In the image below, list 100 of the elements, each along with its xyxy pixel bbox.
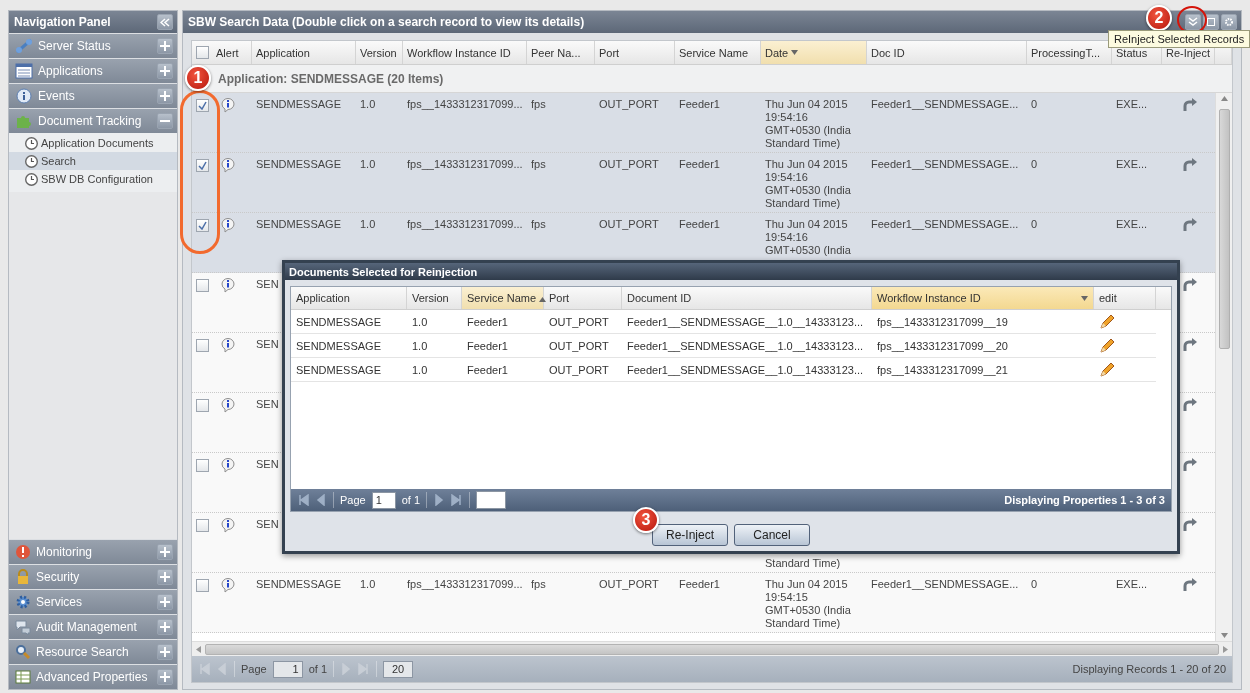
settings-button[interactable]	[1221, 14, 1237, 30]
expand-button[interactable]	[157, 594, 173, 610]
tree-item[interactable]: Application Documents	[9, 134, 177, 152]
table-cell-text: Feeder1__SENDMESSAGE__1.0__14333123...	[626, 362, 865, 378]
table-row[interactable]: SENDMESSAGE 1.0 Feeder1 OUT_PORT Feeder1__SENDMESSAGE__1.0__14333123... fps__1433312317099__19	[291, 310, 1156, 334]
row-checkbox[interactable]	[195, 279, 209, 292]
checkmark-icon	[197, 221, 207, 230]
pencil-icon[interactable]	[1099, 361, 1115, 378]
first-page-icon[interactable]	[297, 494, 309, 506]
pencil-icon[interactable]	[1099, 337, 1115, 354]
chat-icon	[15, 619, 31, 635]
table-cell-text: Feeder1	[466, 338, 509, 354]
redo-arrow-icon[interactable]	[1182, 277, 1198, 292]
column-header[interactable]: Application	[291, 287, 407, 309]
expand-button[interactable]	[157, 669, 173, 685]
lock-icon	[15, 569, 31, 585]
redo-arrow-icon[interactable]	[1182, 337, 1198, 352]
scroll-left-icon[interactable]	[196, 645, 201, 653]
tree-item[interactable]: SBW DB Configuration	[9, 170, 177, 188]
page-field[interactable]: 1	[272, 660, 303, 678]
plus-icon	[160, 672, 170, 682]
square-icon	[1207, 18, 1215, 26]
column-header[interactable]: Version	[356, 41, 403, 64]
row-checkbox[interactable]	[195, 459, 209, 472]
collapse-panel-button[interactable]	[157, 14, 173, 30]
restore-button[interactable]	[1203, 14, 1219, 30]
table-cell-text: fps__1433312317099...	[406, 98, 524, 111]
dialog-title: Documents Selected for Reinjection	[285, 263, 1177, 280]
expand-button[interactable]	[157, 644, 173, 660]
table-cell-text: Feeder1__SENDMESSAGE__1.0__14333123...	[626, 314, 865, 330]
column-header[interactable]: Date	[761, 41, 867, 64]
page-count: of 1	[308, 663, 328, 675]
pencil-icon[interactable]	[1099, 313, 1115, 330]
previous-page-icon[interactable]	[315, 494, 327, 506]
expand-button[interactable]	[157, 569, 173, 585]
cancel-button[interactable]: Cancel	[734, 524, 810, 546]
info-icon	[220, 217, 238, 233]
table-row[interactable]: SENDMESSAGE 1.0 fps__1433312317099... fps OUT_PORT Feeder1 Thu Jun 04 2015 19:54:16 GMT+0530 (India Standard Time) Feeder1__SENDMESSAGE... 0 EXE...	[192, 153, 1215, 213]
table-cell-text: 0	[1030, 218, 1039, 231]
redo-arrow-icon[interactable]	[1182, 157, 1198, 172]
table-cell-text: Thu Jun 04 2015 19:54:16 GMT+0530 (India	[764, 218, 852, 257]
search-icon	[15, 644, 31, 660]
expand-button[interactable]	[157, 619, 173, 635]
row-checkbox[interactable]	[195, 399, 209, 412]
plus-icon	[160, 572, 170, 582]
double-chevron-icon	[160, 17, 170, 27]
column-header[interactable]: Workflow Instance ID	[403, 41, 527, 64]
group-title: Application: SENDMESSAGE (20 Items)	[218, 71, 444, 86]
alert-icon	[15, 544, 31, 560]
last-page-icon[interactable]	[451, 494, 464, 506]
table-cell-text: 1.0	[411, 314, 429, 330]
reinject-button[interactable]	[1185, 14, 1201, 30]
row-checkbox[interactable]	[195, 159, 209, 172]
redo-arrow-icon[interactable]	[1182, 457, 1198, 472]
column-header[interactable]: Service Name	[462, 287, 544, 309]
table-row[interactable]: SENDMESSAGE 1.0 fps__1433312317099... fps OUT_PORT Feeder1 Thu Jun 04 2015 19:54:15 GMT+0530 (India Standard Time) Feeder1__SENDMESSAGE... 0 EXE...	[192, 573, 1215, 633]
expand-button[interactable]	[157, 38, 173, 54]
column-header[interactable]: Alert	[212, 41, 252, 64]
column-header[interactable]: Application	[252, 41, 356, 64]
horizontal-scrollbar[interactable]	[192, 641, 1232, 656]
table-cell-text: 1.0	[359, 158, 377, 171]
expand-button[interactable]	[157, 63, 173, 79]
table-cell-text: SENDMESSAGE	[255, 158, 342, 171]
collapse-button[interactable]	[157, 113, 173, 129]
column-header[interactable]: Port	[544, 287, 622, 309]
column-header[interactable]: Port	[595, 41, 675, 64]
row-checkbox[interactable]	[195, 219, 209, 232]
page-field[interactable]: 1	[371, 491, 396, 509]
info-icon	[220, 457, 238, 473]
table-cell-text: OUT_PORT	[548, 338, 610, 354]
redo-arrow-icon[interactable]	[1182, 217, 1198, 232]
row-checkbox[interactable]	[195, 339, 209, 352]
expand-button[interactable]	[157, 88, 173, 104]
redo-arrow-icon[interactable]	[1182, 97, 1198, 112]
row-checkbox[interactable]	[195, 519, 209, 532]
vertical-scrollbar[interactable]	[1215, 93, 1232, 641]
select-all-checkbox[interactable]	[195, 46, 209, 59]
tree-item[interactable]: Search	[9, 152, 177, 170]
table-cell-text: 1.0	[411, 338, 429, 354]
table-cell-text: 1.0	[359, 98, 377, 111]
row-checkbox[interactable]	[195, 99, 209, 112]
page-size-field[interactable]: 20	[383, 660, 414, 678]
next-page-icon[interactable]	[433, 494, 446, 506]
column-header[interactable]: Doc ID	[867, 41, 1027, 64]
column-header[interactable]: Peer Na...	[527, 41, 595, 64]
row-checkbox[interactable]	[195, 579, 209, 592]
redo-arrow-icon[interactable]	[1182, 517, 1198, 532]
redo-arrow-icon[interactable]	[1182, 577, 1198, 592]
scroll-right-icon[interactable]	[1223, 645, 1228, 653]
redo-arrow-icon[interactable]	[1182, 397, 1198, 412]
table-row[interactable]: SENDMESSAGE 1.0 fps__1433312317099... fps OUT_PORT Feeder1 Thu Jun 04 2015 19:54:16 GMT+0530 (India Standard Time) Feeder1__SENDMESSAGE... 0 EXE...	[192, 93, 1215, 153]
table-row[interactable]: SENDMESSAGE 1.0 Feeder1 OUT_PORT Feeder1__SENDMESSAGE__1.0__14333123... fps__1433312317099__20	[291, 334, 1156, 358]
plus-icon	[160, 41, 170, 51]
table-cell-text: Feeder1__SENDMESSAGE...	[870, 218, 1020, 231]
expand-button[interactable]	[157, 544, 173, 560]
column-header[interactable]: Workflow Instance ID	[872, 287, 1094, 309]
column-header[interactable]: edit	[1094, 287, 1156, 309]
table-row[interactable]: SENDMESSAGE 1.0 Feeder1 OUT_PORT Feeder1__SENDMESSAGE__1.0__14333123... fps__1433312317099__21	[291, 358, 1156, 382]
table-cell-text: fps	[530, 578, 547, 591]
reinject-button[interactable]: Re-Inject	[652, 524, 728, 546]
